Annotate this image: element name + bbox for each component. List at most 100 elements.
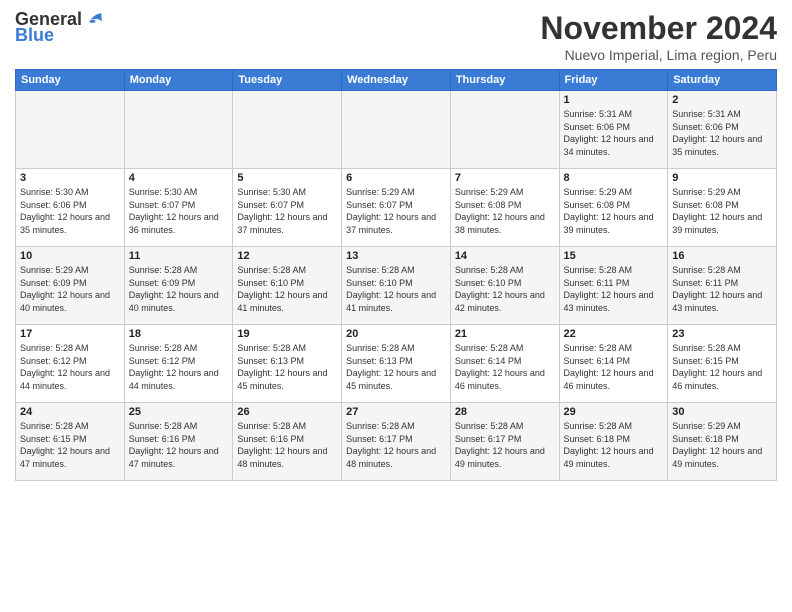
calendar-header-row: SundayMondayTuesdayWednesdayThursdayFrid… bbox=[16, 70, 777, 91]
calendar-cell: 13 Sunrise: 5:28 AM Sunset: 6:10 PM Dayli… bbox=[342, 247, 451, 325]
day-number: 27 bbox=[346, 406, 446, 418]
day-info: Sunrise: 5:28 AM Sunset: 6:13 PM Dayligh… bbox=[346, 342, 446, 392]
day-number: 3 bbox=[20, 172, 120, 184]
day-info: Sunrise: 5:30 AM Sunset: 6:07 PM Dayligh… bbox=[129, 186, 229, 236]
day-number: 29 bbox=[564, 406, 664, 418]
calendar-cell: 23Sunrise: 5:28 AM Sunset: 6:15 PM Dayli… bbox=[668, 325, 777, 403]
day-info: Sunrise: 5:28 AM Sunset: 6:16 PM Dayligh… bbox=[237, 420, 337, 470]
calendar-cell: 15 Sunrise: 5:28 AM Sunset: 6:11 PM Dayli… bbox=[559, 247, 668, 325]
calendar-cell: 2Sunrise: 5:31 AM Sunset: 6:06 PM Daylig… bbox=[668, 91, 777, 169]
day-number: 23 bbox=[672, 328, 772, 340]
day-info: Sunrise: 5:29 AM Sunset: 6:09 PM Dayligh… bbox=[20, 264, 120, 314]
col-header-thursday: Thursday bbox=[450, 70, 559, 91]
calendar-cell: 24Sunrise: 5:28 AM Sunset: 6:15 PM Dayli… bbox=[16, 403, 125, 481]
col-header-sunday: Sunday bbox=[16, 70, 125, 91]
day-info: Sunrise: 5:28 AM Sunset: 6:17 PM Dayligh… bbox=[346, 420, 446, 470]
day-number: 26 bbox=[237, 406, 337, 418]
day-info: Sunrise: 5:28 AM Sunset: 6:12 PM Dayligh… bbox=[20, 342, 120, 392]
day-number: 13 bbox=[346, 250, 446, 262]
day-number: 5 bbox=[237, 172, 337, 184]
calendar-cell: 17 Sunrise: 5:28 AM Sunset: 6:12 PM Dayli… bbox=[16, 325, 125, 403]
calendar-cell bbox=[124, 91, 233, 169]
logo: General Blue bbox=[15, 10, 104, 46]
day-number: 28 bbox=[455, 406, 555, 418]
day-number: 20 bbox=[346, 328, 446, 340]
calendar-cell: 22 Sunrise: 5:28 AM Sunset: 6:14 PM Dayli… bbox=[559, 325, 668, 403]
day-number: 15 bbox=[564, 250, 664, 262]
calendar-cell: 1Sunrise: 5:31 AM Sunset: 6:06 PM Daylig… bbox=[559, 91, 668, 169]
calendar-cell: 16 Sunrise: 5:28 AM Sunset: 6:11 PM Dayli… bbox=[668, 247, 777, 325]
day-info: Sunrise: 5:28 AM Sunset: 6:14 PM Dayligh… bbox=[455, 342, 555, 392]
day-info: Sunrise: 5:28 AM Sunset: 6:10 PM Dayligh… bbox=[455, 264, 555, 314]
day-number: 12 bbox=[237, 250, 337, 262]
calendar-cell: 25Sunrise: 5:28 AM Sunset: 6:16 PM Dayli… bbox=[124, 403, 233, 481]
day-number: 7 bbox=[455, 172, 555, 184]
col-header-saturday: Saturday bbox=[668, 70, 777, 91]
day-info: Sunrise: 5:28 AM Sunset: 6:11 PM Dayligh… bbox=[564, 264, 664, 314]
day-info: Sunrise: 5:29 AM Sunset: 6:18 PM Dayligh… bbox=[672, 420, 772, 470]
day-number: 24 bbox=[20, 406, 120, 418]
day-number: 19 bbox=[237, 328, 337, 340]
calendar-cell: 8Sunrise: 5:29 AM Sunset: 6:08 PM Daylig… bbox=[559, 169, 668, 247]
day-info: Sunrise: 5:31 AM Sunset: 6:06 PM Dayligh… bbox=[564, 108, 664, 158]
calendar-cell: 21 Sunrise: 5:28 AM Sunset: 6:14 PM Dayli… bbox=[450, 325, 559, 403]
calendar-cell: 14 Sunrise: 5:28 AM Sunset: 6:10 PM Dayli… bbox=[450, 247, 559, 325]
day-number: 9 bbox=[672, 172, 772, 184]
col-header-monday: Monday bbox=[124, 70, 233, 91]
day-info: Sunrise: 5:28 AM Sunset: 6:12 PM Dayligh… bbox=[129, 342, 229, 392]
day-info: Sunrise: 5:31 AM Sunset: 6:06 PM Dayligh… bbox=[672, 108, 772, 158]
day-number: 8 bbox=[564, 172, 664, 184]
day-info: Sunrise: 5:30 AM Sunset: 6:06 PM Dayligh… bbox=[20, 186, 120, 236]
calendar-cell: 12 Sunrise: 5:28 AM Sunset: 6:10 PM Dayli… bbox=[233, 247, 342, 325]
col-header-tuesday: Tuesday bbox=[233, 70, 342, 91]
day-info: Sunrise: 5:28 AM Sunset: 6:11 PM Dayligh… bbox=[672, 264, 772, 314]
page: General Blue November 2024 Nuevo Imperia… bbox=[0, 0, 792, 612]
calendar-cell: 26 Sunrise: 5:28 AM Sunset: 6:16 PM Dayli… bbox=[233, 403, 342, 481]
day-number: 16 bbox=[672, 250, 772, 262]
day-number: 21 bbox=[455, 328, 555, 340]
day-info: Sunrise: 5:28 AM Sunset: 6:13 PM Dayligh… bbox=[237, 342, 337, 392]
logo-bird-icon bbox=[84, 10, 104, 30]
calendar-table: SundayMondayTuesdayWednesdayThursdayFrid… bbox=[15, 69, 777, 481]
week-row-3: 10 Sunrise: 5:29 AM Sunset: 6:09 PM Dayli… bbox=[16, 247, 777, 325]
calendar-cell bbox=[233, 91, 342, 169]
header: General Blue November 2024 Nuevo Imperia… bbox=[15, 10, 777, 63]
day-number: 14 bbox=[455, 250, 555, 262]
week-row-1: 1Sunrise: 5:31 AM Sunset: 6:06 PM Daylig… bbox=[16, 91, 777, 169]
col-header-wednesday: Wednesday bbox=[342, 70, 451, 91]
month-title: November 2024 bbox=[540, 10, 777, 47]
day-info: Sunrise: 5:28 AM Sunset: 6:18 PM Dayligh… bbox=[564, 420, 664, 470]
col-header-friday: Friday bbox=[559, 70, 668, 91]
day-info: Sunrise: 5:28 AM Sunset: 6:14 PM Dayligh… bbox=[564, 342, 664, 392]
calendar-cell bbox=[342, 91, 451, 169]
day-info: Sunrise: 5:29 AM Sunset: 6:08 PM Dayligh… bbox=[672, 186, 772, 236]
calendar-cell: 29 Sunrise: 5:28 AM Sunset: 6:18 PM Dayli… bbox=[559, 403, 668, 481]
calendar-cell: 3 Sunrise: 5:30 AM Sunset: 6:06 PM Daylig… bbox=[16, 169, 125, 247]
calendar-cell: 18 Sunrise: 5:28 AM Sunset: 6:12 PM Dayli… bbox=[124, 325, 233, 403]
calendar-cell: 6 Sunrise: 5:29 AM Sunset: 6:07 PM Daylig… bbox=[342, 169, 451, 247]
day-info: Sunrise: 5:28 AM Sunset: 6:09 PM Dayligh… bbox=[129, 264, 229, 314]
day-info: Sunrise: 5:28 AM Sunset: 6:10 PM Dayligh… bbox=[237, 264, 337, 314]
day-number: 4 bbox=[129, 172, 229, 184]
calendar-cell: 11 Sunrise: 5:28 AM Sunset: 6:09 PM Dayli… bbox=[124, 247, 233, 325]
day-number: 6 bbox=[346, 172, 446, 184]
calendar-cell: 30Sunrise: 5:29 AM Sunset: 6:18 PM Dayli… bbox=[668, 403, 777, 481]
calendar-cell bbox=[16, 91, 125, 169]
day-info: Sunrise: 5:28 AM Sunset: 6:10 PM Dayligh… bbox=[346, 264, 446, 314]
day-number: 10 bbox=[20, 250, 120, 262]
day-number: 18 bbox=[129, 328, 229, 340]
calendar-cell: 5Sunrise: 5:30 AM Sunset: 6:07 PM Daylig… bbox=[233, 169, 342, 247]
day-number: 17 bbox=[20, 328, 120, 340]
day-info: Sunrise: 5:29 AM Sunset: 6:07 PM Dayligh… bbox=[346, 186, 446, 236]
day-info: Sunrise: 5:29 AM Sunset: 6:08 PM Dayligh… bbox=[455, 186, 555, 236]
calendar-cell: 20 Sunrise: 5:28 AM Sunset: 6:13 PM Dayli… bbox=[342, 325, 451, 403]
calendar-cell: 10 Sunrise: 5:29 AM Sunset: 6:09 PM Dayli… bbox=[16, 247, 125, 325]
title-block: November 2024 Nuevo Imperial, Lima regio… bbox=[540, 10, 777, 63]
location-subtitle: Nuevo Imperial, Lima region, Peru bbox=[540, 47, 777, 63]
week-row-2: 3 Sunrise: 5:30 AM Sunset: 6:06 PM Daylig… bbox=[16, 169, 777, 247]
day-number: 22 bbox=[564, 328, 664, 340]
calendar-cell bbox=[450, 91, 559, 169]
day-number: 25 bbox=[129, 406, 229, 418]
day-number: 11 bbox=[129, 250, 229, 262]
calendar-cell: 9 Sunrise: 5:29 AM Sunset: 6:08 PM Daylig… bbox=[668, 169, 777, 247]
